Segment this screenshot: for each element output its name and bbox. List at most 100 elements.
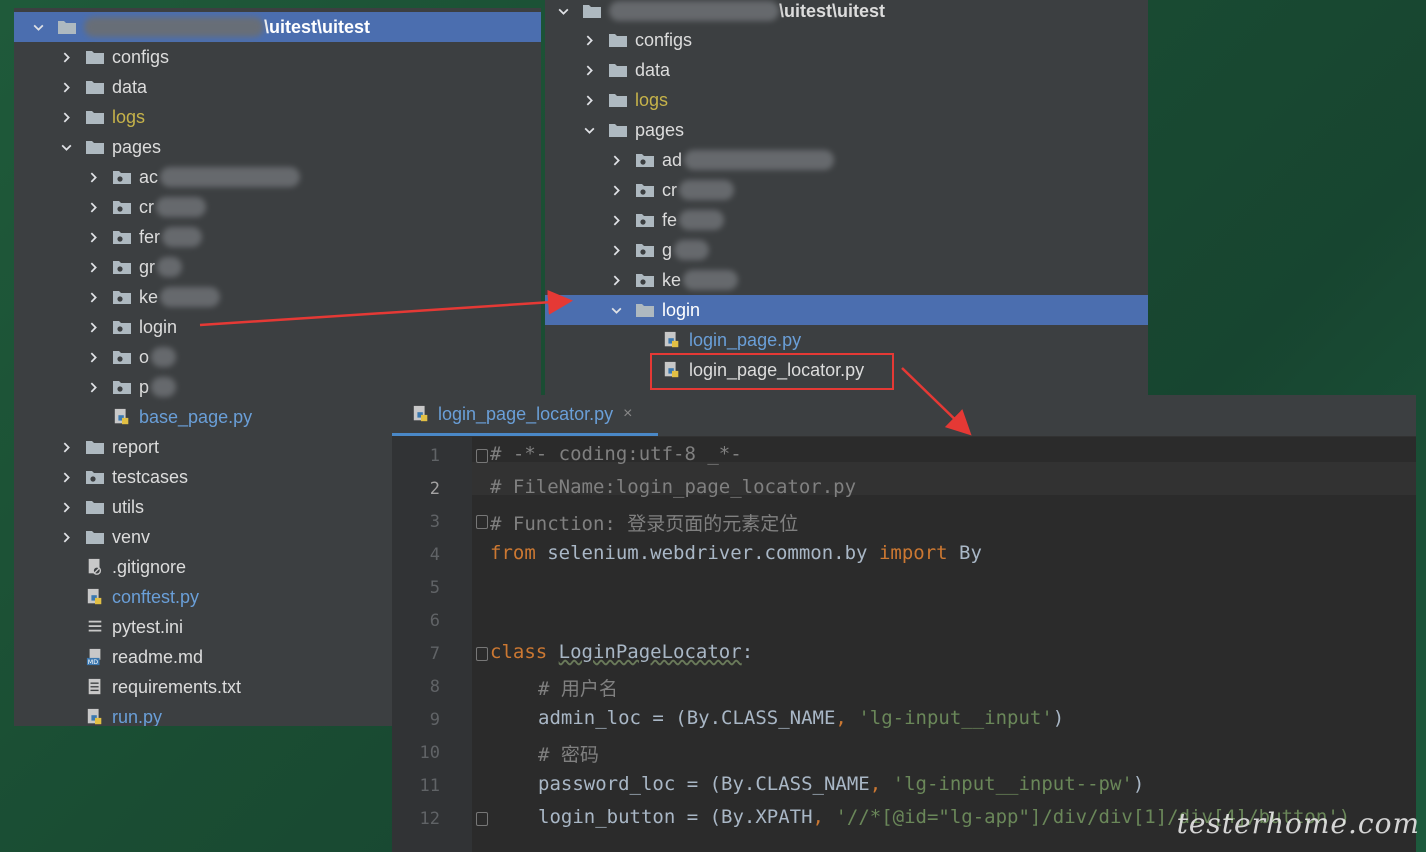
blurred-path <box>84 17 264 37</box>
tree-item-logs[interactable]: logs <box>14 102 541 132</box>
code-token: , <box>869 773 893 795</box>
tree-item-login-page-py[interactable]: login_page.py <box>545 325 1148 355</box>
package-icon <box>634 179 656 201</box>
python-file-icon <box>84 706 106 726</box>
line-number: 5 <box>429 578 440 598</box>
chevron-right-icon[interactable] <box>85 222 101 252</box>
chevron-right-icon[interactable] <box>85 342 101 372</box>
tree-item-label: gr <box>139 256 156 277</box>
chevron-right-icon[interactable] <box>608 265 624 295</box>
tree-item-data[interactable]: data <box>545 55 1148 85</box>
tree-item-pages[interactable]: pages <box>545 115 1148 145</box>
chevron-right-icon[interactable] <box>58 102 74 132</box>
python-file-icon <box>111 406 133 428</box>
tree-item-label: ac <box>139 166 159 187</box>
tree-item-label: conftest.py <box>112 586 200 607</box>
chevron-right-icon[interactable] <box>608 175 624 205</box>
chevron-right-icon[interactable] <box>608 205 624 235</box>
fold-marker-icon[interactable] <box>476 449 488 463</box>
tree-item-label: report <box>112 436 160 457</box>
tree-item-fe[interactable]: fe <box>545 205 1148 235</box>
close-icon[interactable]: × <box>623 405 632 423</box>
chevron-right-icon[interactable] <box>85 312 101 342</box>
chevron-down-icon[interactable] <box>555 0 571 26</box>
folder-icon <box>581 0 603 22</box>
chevron-right-icon[interactable] <box>58 432 74 462</box>
chevron-right-icon[interactable] <box>58 492 74 522</box>
code-line: from selenium.webdriver.common.by import… <box>490 542 982 564</box>
tree-item-ke[interactable]: ke <box>545 265 1148 295</box>
tree-item-ad[interactable]: ad <box>545 145 1148 175</box>
chevron-right-icon[interactable] <box>85 282 101 312</box>
chevron-right-icon[interactable] <box>58 522 74 552</box>
chevron-right-icon[interactable] <box>58 42 74 72</box>
blurred-name <box>160 167 301 187</box>
tree-item-fer[interactable]: fer <box>14 222 541 252</box>
tree-root-row[interactable]: \uitest\uitest <box>545 0 1148 26</box>
chevron-down-icon[interactable] <box>58 132 74 162</box>
tab-login-page-locator[interactable]: login_page_locator.py × <box>392 395 658 436</box>
chevron-right-icon[interactable] <box>85 372 101 402</box>
tree-item-pages[interactable]: pages <box>14 132 541 162</box>
code-line: class LoginPageLocator: <box>490 641 753 663</box>
chevron-down-icon[interactable] <box>581 115 597 145</box>
tree-item-label: readme.md <box>112 646 204 667</box>
blurred-name <box>156 197 206 217</box>
tree-item-cr[interactable]: cr <box>14 192 541 222</box>
chevron-right-icon[interactable] <box>85 162 101 192</box>
tree-item-cr[interactable]: cr <box>545 175 1148 205</box>
tree-item-data[interactable]: data <box>14 72 541 102</box>
chevron-right-icon[interactable] <box>85 192 101 222</box>
tree-item-login[interactable]: login <box>14 312 541 342</box>
folder-icon <box>607 119 629 141</box>
blurred-name <box>679 180 734 200</box>
tree-item-login[interactable]: login <box>545 295 1148 325</box>
chevron-right-icon[interactable] <box>85 252 101 282</box>
chevron-down-icon[interactable] <box>30 12 46 42</box>
chevron-right-icon[interactable] <box>58 462 74 492</box>
svg-text:MD: MD <box>88 659 98 666</box>
chevron-right-icon[interactable] <box>608 235 624 265</box>
line-number: 10 <box>419 743 440 763</box>
line-number: 1 <box>429 446 440 466</box>
fold-marker-icon[interactable] <box>476 647 488 661</box>
tree-item-gr[interactable]: gr <box>14 252 541 282</box>
fold-marker-icon[interactable] <box>476 515 488 529</box>
tree-item-logs[interactable]: logs <box>545 85 1148 115</box>
tree-item-ac[interactable]: ac <box>14 162 541 192</box>
tree-item-o[interactable]: o <box>14 342 541 372</box>
chevron-right-icon[interactable] <box>58 72 74 102</box>
package-icon <box>634 149 656 171</box>
package-icon <box>111 316 133 338</box>
code-token: class <box>490 641 548 663</box>
chevron-down-icon[interactable] <box>608 295 624 325</box>
code-token: LoginPageLocator <box>558 641 742 663</box>
chevron-right-icon[interactable] <box>581 85 597 115</box>
tree-item-configs[interactable]: configs <box>545 25 1148 55</box>
tree-item-label: run.py <box>112 706 163 727</box>
tree-item-label: base_page.py <box>139 406 253 427</box>
tree-item-configs[interactable]: configs <box>14 42 541 72</box>
code-editor[interactable]: login_page_locator.py × 1 2 3 4 5 6 7 8 9 10 11 12 … <box>392 395 1416 852</box>
tree-item-g[interactable]: g <box>545 235 1148 265</box>
tree-root-row[interactable]: \uitest\uitest <box>14 12 541 42</box>
fold-marker-icon[interactable] <box>476 812 488 826</box>
tree-item-label: ke <box>139 286 159 307</box>
chevron-right-icon[interactable] <box>581 25 597 55</box>
tree-item-ke[interactable]: ke <box>14 282 541 312</box>
code-token: # 用户名 <box>538 678 618 700</box>
chevron-right-icon[interactable] <box>608 145 624 175</box>
tree-item-label: login_page.py <box>689 329 802 350</box>
tree-item-label: g <box>662 239 673 260</box>
chevron-right-icon[interactable] <box>581 55 597 85</box>
tab-label: login_page_locator.py <box>438 403 614 424</box>
tree-item-label: utils <box>112 496 145 517</box>
highlight-box <box>650 353 894 390</box>
